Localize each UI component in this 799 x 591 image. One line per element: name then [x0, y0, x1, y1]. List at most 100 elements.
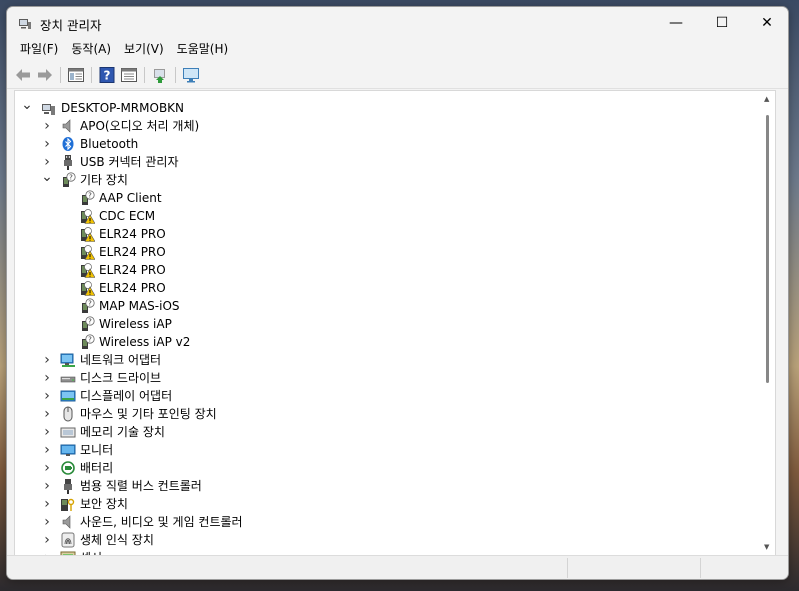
tree-category[interactable]: › Bluetooth	[15, 135, 755, 153]
tree-item-label: Wireless iAP	[99, 317, 172, 331]
back-icon[interactable]	[14, 66, 32, 84]
chevron-right-icon[interactable]: ›	[41, 369, 53, 387]
minimize-button[interactable]: —	[653, 7, 699, 39]
tree-item-label: APO(오디오 처리 개체)	[80, 119, 200, 133]
tree-device[interactable]: ? Wireless iAP v2	[15, 333, 755, 351]
tree-category[interactable]: › APO(오디오 처리 개체)	[15, 117, 755, 135]
tree-item-label: Bluetooth	[80, 137, 139, 151]
warning-device-icon	[79, 226, 96, 242]
vertical-scrollbar[interactable]: ▲ ▼	[761, 91, 775, 555]
svg-text:?: ?	[69, 174, 73, 182]
menu-help[interactable]: 도움말(H)	[171, 39, 235, 59]
menu-view[interactable]: 보기(V)	[118, 39, 170, 59]
chevron-down-icon[interactable]: ⌄	[41, 170, 53, 189]
tree-category[interactable]: › 메모리 기술 장치	[15, 423, 755, 441]
tree-category[interactable]: › 보안 장치	[15, 495, 755, 513]
tree-item-label: 메모리 기술 장치	[80, 425, 165, 439]
chevron-right-icon[interactable]: ›	[41, 459, 53, 477]
chevron-right-icon[interactable]: ›	[41, 135, 53, 153]
unknown-device-icon: ?	[79, 190, 95, 206]
tree-device[interactable]: CDC ECM	[15, 207, 755, 225]
tree-item-label: 마우스 및 기타 포인팅 장치	[80, 407, 217, 421]
tree-item-label: USB 커넥터 관리자	[80, 155, 179, 169]
tree-category[interactable]: › USB 커넥터 관리자	[15, 153, 755, 171]
chevron-right-icon[interactable]: ›	[41, 513, 53, 531]
device-manager-window: 장치 관리자 — ☐ ✕ 파일(F)동작(A)보기(V)도움말(H) ?	[6, 6, 789, 580]
chevron-right-icon[interactable]: ›	[41, 387, 53, 405]
tree-device[interactable]: ? Wireless iAP	[15, 315, 755, 333]
scroll-down-arrow-icon[interactable]: ▼	[764, 543, 769, 551]
tree-category[interactable]: › 모니터	[15, 441, 755, 459]
usb-plug-icon	[60, 154, 76, 170]
tree-device[interactable]: ? MAP MAS-iOS	[15, 297, 755, 315]
battery-icon	[60, 460, 76, 476]
tree-root[interactable]: ⌄ DESKTOP-MRMOBKN	[15, 98, 755, 117]
tree-item-label: ELR24 PRO	[99, 245, 166, 259]
status-pane	[567, 558, 700, 578]
chevron-right-icon[interactable]: ›	[41, 531, 53, 549]
status-bar	[7, 555, 788, 579]
properties-view-icon[interactable]	[67, 66, 85, 84]
unknown-device-icon: ?	[79, 316, 95, 332]
tree-device[interactable]: ELR24 PRO	[15, 225, 755, 243]
tree-device[interactable]: ? AAP Client	[15, 189, 755, 207]
menu-file[interactable]: 파일(F)	[14, 39, 64, 59]
tree-item-label: 보안 장치	[80, 497, 128, 511]
tree-device[interactable]: ELR24 PRO	[15, 261, 755, 279]
tree-category[interactable]: › 디스크 드라이브	[15, 369, 755, 387]
tree-item-label: 사운드, 비디오 및 게임 컨트롤러	[80, 515, 243, 529]
tree-category[interactable]: › 디스플레이 어댑터	[15, 387, 755, 405]
chevron-down-icon[interactable]: ⌄	[21, 98, 33, 117]
monitor-scan-icon[interactable]	[182, 66, 200, 84]
security-device-icon	[60, 496, 76, 512]
scrollbar-thumb[interactable]	[766, 115, 769, 383]
fingerprint-icon	[60, 532, 76, 548]
tree-category[interactable]: › 사운드, 비디오 및 게임 컨트롤러	[15, 513, 755, 531]
svg-text:?: ?	[88, 336, 92, 344]
tree-category[interactable]: ⌄? 기타 장치	[15, 170, 755, 189]
tree-category[interactable]: › 범용 직렬 버스 컨트롤러	[15, 477, 755, 495]
tree-device[interactable]: ELR24 PRO	[15, 243, 755, 261]
tree-category[interactable]: › 배터리	[15, 459, 755, 477]
menu-action[interactable]: 동작(A)	[65, 39, 117, 59]
svg-text:?: ?	[88, 192, 92, 200]
tree-item-label: Wireless iAP v2	[99, 335, 191, 349]
help-icon[interactable]: ?	[98, 66, 116, 84]
show-hide-console-tree-icon[interactable]	[120, 66, 138, 84]
tree-item-label: CDC ECM	[99, 209, 156, 223]
monitor-icon	[60, 442, 76, 458]
tree-item-label: 디스플레이 어댑터	[80, 389, 173, 403]
device-manager-app-icon	[19, 19, 31, 29]
scroll-up-arrow-icon[interactable]: ▲	[764, 95, 769, 103]
update-driver-icon[interactable]	[151, 66, 169, 84]
chevron-right-icon[interactable]: ›	[41, 423, 53, 441]
menu-bar: 파일(F) 동작(A) 보기(V) 도움말(H)	[7, 39, 788, 61]
chevron-right-icon[interactable]: ›	[41, 117, 53, 135]
chevron-right-icon[interactable]: ›	[41, 351, 53, 369]
tree-item-label: 배터리	[80, 461, 114, 475]
bluetooth-icon	[60, 136, 76, 152]
warning-device-icon	[79, 208, 96, 224]
toolbar: ?	[7, 62, 788, 89]
close-button[interactable]: ✕	[744, 7, 788, 39]
tree-item-label: AAP Client	[99, 191, 162, 205]
chevron-right-icon[interactable]: ›	[41, 477, 53, 495]
maximize-button[interactable]: ☐	[699, 7, 745, 39]
chevron-right-icon[interactable]: ›	[41, 495, 53, 513]
usb-controller-icon	[60, 478, 76, 494]
tree-category[interactable]: › 마우스 및 기타 포인팅 장치	[15, 405, 755, 423]
chevron-right-icon[interactable]: ›	[41, 441, 53, 459]
chevron-right-icon[interactable]: ›	[41, 405, 53, 423]
display-adapter-icon	[60, 388, 76, 404]
title-bar[interactable]: 장치 관리자 — ☐ ✕	[7, 7, 788, 39]
forward-icon[interactable]	[36, 66, 54, 84]
tree-category[interactable]: › 네트워크 어댑터	[15, 351, 755, 369]
svg-text:?: ?	[88, 300, 92, 308]
network-adapter-icon	[60, 352, 76, 368]
tree-item-label: ELR24 PRO	[99, 263, 166, 277]
sound-icon	[60, 514, 76, 530]
warning-device-icon	[79, 244, 96, 260]
tree-device[interactable]: ELR24 PRO	[15, 279, 755, 297]
speaker-icon	[60, 118, 76, 134]
tree-category[interactable]: › 생체 인식 장치	[15, 531, 755, 549]
